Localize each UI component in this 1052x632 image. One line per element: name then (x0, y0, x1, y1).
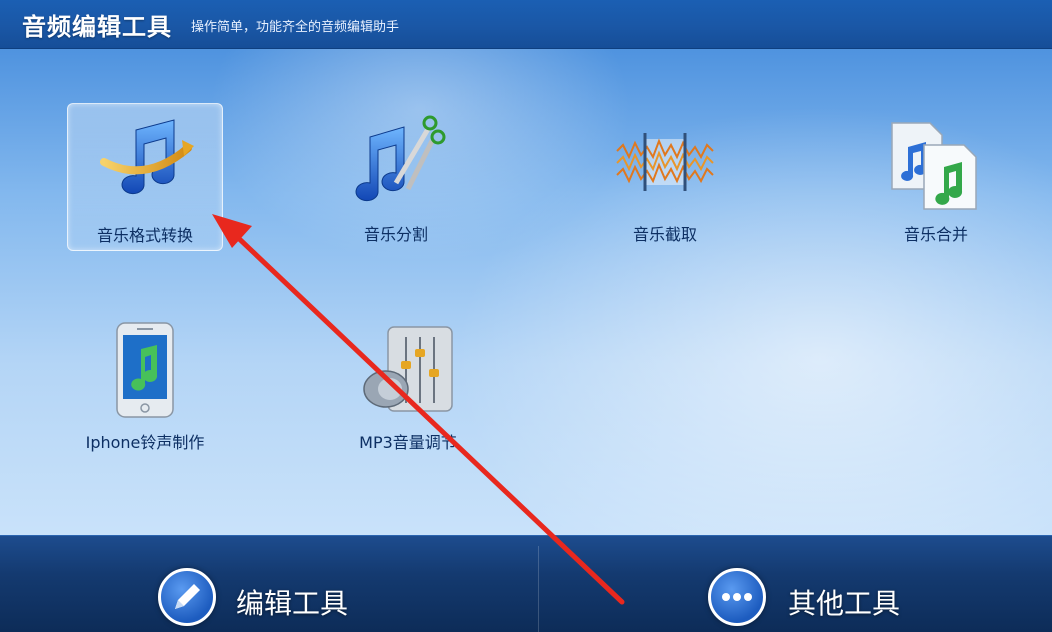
tool-label: 音乐合并 (903, 225, 968, 244)
tool-label: 音乐截取 (632, 225, 697, 244)
tool-music-trim[interactable]: 音乐截取 (587, 103, 743, 251)
app-subtitle: 操作简单，功能齐全的音频编辑助手 (191, 20, 400, 35)
tool-label: 音乐格式转换 (96, 226, 193, 245)
tool-music-format-convert[interactable]: 音乐格式转换 (67, 103, 223, 251)
tool-label: 音乐分割 (363, 225, 428, 244)
tool-label: MP3音量调节 (359, 433, 457, 452)
tool-grid: 音乐格式转换 音乐分割 音乐截取 音乐合并 Iphone铃声制作 MP3音量调节 (0, 49, 1052, 535)
tool-music-merge[interactable]: 音乐合并 (858, 103, 1014, 251)
music-files-merge-icon (891, 122, 977, 210)
bottom-bar: 编辑工具 其他工具 (0, 535, 1052, 632)
edit-tools-label: 编辑工具 (236, 587, 349, 620)
more-dots-icon (708, 568, 766, 626)
iphone-ringtone-icon (116, 322, 174, 418)
app-header: 音频编辑工具 操作简单，功能齐全的音频编辑助手 (0, 0, 1052, 49)
edit-tools-button[interactable]: 编辑工具 (158, 536, 398, 632)
music-convert-icon (100, 119, 194, 195)
tool-iphone-ringtone[interactable]: Iphone铃声制作 (67, 311, 223, 459)
app-title: 音频编辑工具 (22, 13, 172, 41)
waveform-trim-icon (616, 133, 714, 191)
tool-mp3-volume[interactable]: MP3音量调节 (330, 311, 486, 459)
bottom-divider (538, 546, 539, 632)
music-scissors-icon (355, 115, 446, 202)
other-tools-label: 其他工具 (788, 587, 901, 620)
volume-mixer-icon (363, 326, 453, 412)
tool-label: Iphone铃声制作 (85, 433, 205, 452)
other-tools-button[interactable]: 其他工具 (708, 536, 948, 632)
pencil-icon (158, 568, 216, 626)
tool-music-split[interactable]: 音乐分割 (318, 103, 474, 251)
